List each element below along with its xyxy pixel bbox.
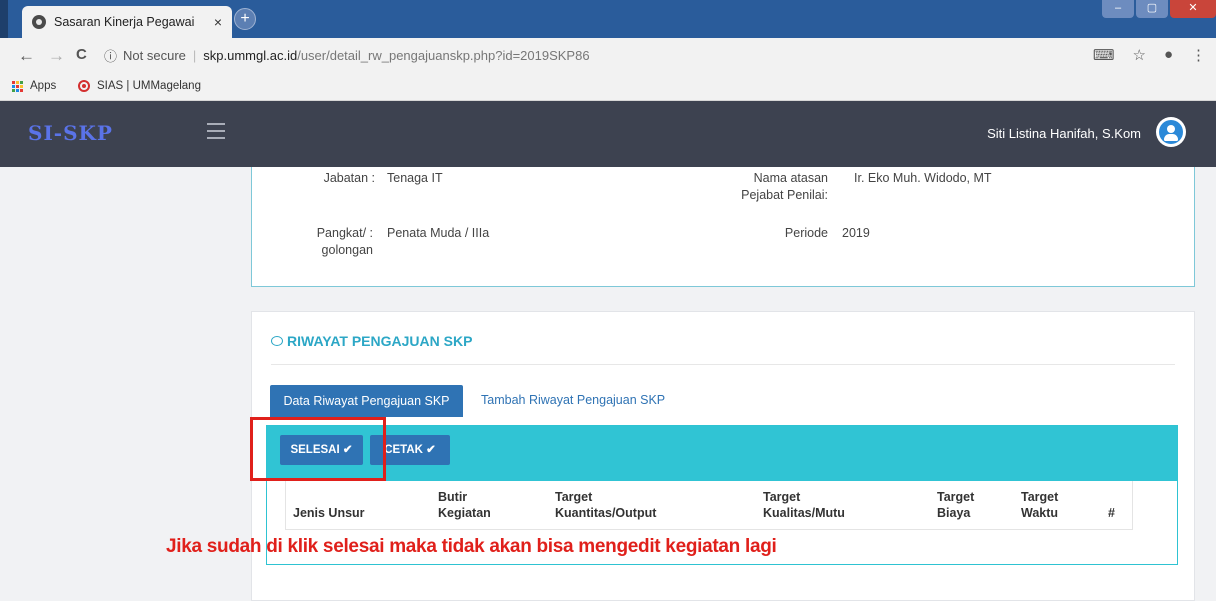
forward-button[interactable]: → bbox=[48, 46, 65, 66]
pangkat-label-line2: golongan bbox=[321, 243, 373, 257]
col-jenis-unsur: Jenis Unsur bbox=[293, 506, 365, 520]
pangkat-value: Penata Muda / IIIa bbox=[387, 226, 490, 240]
col-target-kuantitas: Target Kuantitas/Output bbox=[555, 490, 657, 520]
new-tab-button[interactable]: + bbox=[234, 8, 256, 30]
riwayat-table: Jenis Unsur Butir Kegiatan Target Kuantita… bbox=[285, 481, 1133, 530]
app-header: SI-SKP Siti Listina Hanifah, S.Kom bbox=[0, 101, 1216, 167]
bookmark-apps[interactable]: Apps bbox=[12, 80, 56, 92]
browser-tab[interactable]: Sasaran Kinerja Pegawai × bbox=[22, 6, 232, 38]
bookmarks-bar: Apps SIAS | UMMagelang bbox=[0, 76, 1216, 101]
titlebar-edge bbox=[0, 0, 8, 38]
reload-button[interactable]: C bbox=[76, 46, 87, 63]
periode-label: Periode bbox=[784, 226, 828, 240]
tab-data-riwayat[interactable]: Data Riwayat Pengajuan SKP bbox=[270, 385, 463, 417]
col-butir-kegiatan: Butir Kegiatan bbox=[438, 490, 491, 520]
sias-icon bbox=[78, 80, 90, 92]
atasan-label-line1: Nama atasan bbox=[753, 171, 828, 185]
pangkat-label-line1: Pangkat/ : bbox=[316, 226, 373, 240]
bookmark-apps-label: Apps bbox=[30, 80, 57, 92]
jabatan-value: Tenaga IT bbox=[387, 171, 443, 185]
close-window-button[interactable]: ✕ bbox=[1170, 0, 1216, 18]
bookmark-sias[interactable]: SIAS | UMMagelang bbox=[78, 80, 201, 92]
profile-icon[interactable]: ● bbox=[1164, 46, 1173, 64]
apps-grid-icon bbox=[12, 80, 23, 92]
toolbar-right: ⌨ ☆ ● ⋮ bbox=[1093, 46, 1206, 64]
back-button[interactable]: ← bbox=[18, 46, 35, 66]
minimize-button[interactable]: – bbox=[1102, 0, 1134, 18]
panel-toolbar: SELESAI ✔ CETAK ✔ bbox=[267, 426, 1177, 481]
section-title: RIWAYAT PENGAJUAN SKP bbox=[271, 333, 472, 349]
col-hash: # bbox=[1108, 506, 1115, 520]
col-target-kualitas: Target Kualitas/Mutu bbox=[763, 490, 845, 520]
profile-card: Jabatan : Tenaga IT Pangkat/ : golongan … bbox=[251, 167, 1195, 287]
app-brand[interactable]: SI-SKP bbox=[28, 121, 113, 145]
url-host: skp.ummgl.ac.id bbox=[203, 48, 298, 63]
translate-icon[interactable]: ⌨ bbox=[1093, 46, 1115, 64]
url-path: /user/detail_rw_pengajuanskp.php?id=2019… bbox=[297, 48, 590, 63]
menu-icon[interactable]: ⋮ bbox=[1191, 46, 1206, 64]
security-label: Not secure bbox=[123, 48, 186, 63]
atasan-value: Ir. Eko Muh. Widodo, MT bbox=[854, 171, 992, 185]
user-name[interactable]: Siti Listina Hanifah, S.Kom bbox=[987, 126, 1141, 141]
hamburger-menu-icon[interactable] bbox=[207, 123, 225, 144]
favicon-icon bbox=[32, 15, 46, 29]
annotation-text: Jika sudah di klik selesai maka tidak ak… bbox=[166, 536, 777, 557]
bookmark-sias-label: SIAS | UMMagelang bbox=[97, 80, 201, 92]
atasan-label: Nama atasan Pejabat Penilai: bbox=[692, 170, 828, 204]
browser-titlebar: Sasaran Kinerja Pegawai × + – ▢ ✕ bbox=[0, 0, 1216, 38]
window-controls: – ▢ ✕ bbox=[1100, 0, 1216, 18]
chat-bubble-icon bbox=[271, 336, 283, 346]
col-target-biaya: Target Biaya bbox=[937, 490, 975, 520]
atasan-label-line2: Pejabat Penilai: bbox=[741, 188, 828, 202]
periode-value: 2019 bbox=[842, 226, 870, 240]
address-bar: ← → C ⓘ Not secure | skp.ummgl.ac.id /us… bbox=[0, 38, 1216, 76]
info-icon[interactable]: ⓘ bbox=[104, 46, 117, 65]
col-target-waktu: Target Waktu bbox=[1021, 490, 1059, 520]
annotation-highlight-box bbox=[250, 417, 386, 481]
tab-tambah-riwayat[interactable]: Tambah Riwayat Pengajuan SKP bbox=[481, 393, 665, 407]
pangkat-label: Pangkat/ : golongan bbox=[252, 225, 373, 259]
tab-close-icon[interactable]: × bbox=[214, 14, 222, 30]
section-divider bbox=[271, 364, 1175, 365]
user-avatar-icon[interactable] bbox=[1156, 117, 1186, 147]
section-title-text: RIWAYAT PENGAJUAN SKP bbox=[287, 333, 473, 349]
url-separator: | bbox=[192, 48, 197, 63]
bookmark-star-icon[interactable]: ☆ bbox=[1132, 46, 1145, 64]
maximize-button[interactable]: ▢ bbox=[1136, 0, 1168, 18]
url-field[interactable]: ⓘ Not secure | skp.ummgl.ac.id /user/det… bbox=[104, 46, 590, 65]
tab-title: Sasaran Kinerja Pegawai bbox=[54, 15, 195, 29]
jabatan-label: Jabatan : bbox=[323, 171, 375, 185]
